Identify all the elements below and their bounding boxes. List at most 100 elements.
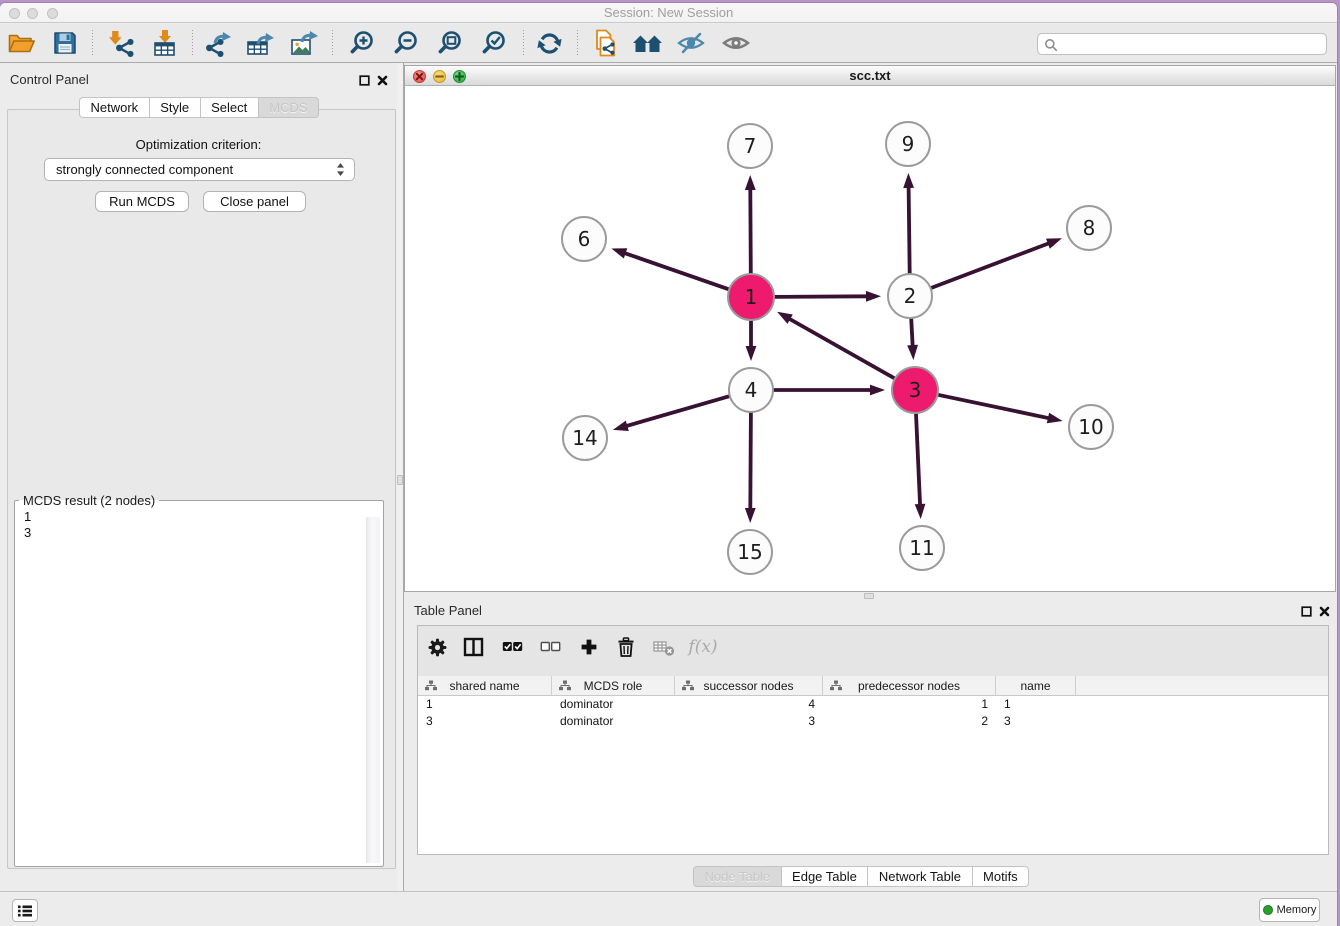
graph-edge-4-14[interactable] [613,396,730,431]
table-cell: 4 [675,696,823,713]
table-cell: 2 [823,713,996,730]
mcds-result-line: 3 [24,525,383,541]
graph-node-8[interactable]: 8 [1067,206,1111,250]
horizontal-splitter-grip[interactable] [864,593,874,599]
clone-network-icon[interactable] [589,27,621,59]
column-header-successor-nodes[interactable]: successor nodes [675,676,823,696]
select-all-checkboxes-icon[interactable] [499,634,525,660]
add-column-plus-icon[interactable] [576,634,602,660]
delete-table-icon [651,634,677,660]
toolbar-separator [192,30,193,56]
graph-node-3[interactable]: 3 [892,367,938,413]
tab-style[interactable]: Style [149,97,200,118]
vertical-splitter[interactable] [397,63,404,891]
application-window: Session: New Session [0,3,1337,926]
table-row[interactable]: 1dominator411 [418,696,1328,713]
table-settings-gear-icon[interactable] [424,634,450,660]
mcds-result-list[interactable]: 13 [15,508,383,866]
save-session-icon[interactable] [49,27,81,59]
graph-node-14[interactable]: 14 [563,416,607,460]
column-header-predecessor-nodes[interactable]: predecessor nodes [823,676,996,696]
optimization-criterion-value: strongly connected component [56,159,233,180]
vertical-splitter-grip[interactable] [397,475,403,485]
refresh-network-view-icon[interactable] [533,27,565,59]
graph-node-11[interactable]: 11 [900,526,944,570]
tab-select[interactable]: Select [200,97,258,118]
deselect-all-checkboxes-icon[interactable] [537,634,563,660]
svg-text:3: 3 [909,378,922,402]
column-header-shared-name[interactable]: shared name [418,676,552,696]
control-panel-title: Control Panel [10,72,89,87]
table-panel-title: Table Panel [414,603,482,618]
graph-edge-2-8[interactable] [931,238,1062,288]
mcds-result-scrollbar[interactable] [366,517,380,863]
column-header-MCDS-role[interactable]: MCDS role [552,676,675,696]
graph-edge-4-3[interactable] [774,385,886,396]
table-panel-close-icon[interactable] [1319,605,1330,620]
table-cell: 3 [996,713,1076,730]
memory-button[interactable]: Memory [1259,898,1320,922]
graph-edge-2-3[interactable] [907,319,918,361]
graph-node-6[interactable]: 6 [562,217,606,261]
svg-text:11: 11 [909,536,934,560]
export-table-icon[interactable] [245,27,277,59]
import-table-icon[interactable] [149,27,181,59]
run-mcds-button[interactable]: Run MCDS [95,191,189,212]
control-panel-float-icon[interactable] [359,74,370,89]
network-canvas[interactable]: 1 2 3 4 6 7 8 9 10 11 14 15 [404,86,1336,592]
export-image-icon[interactable] [289,27,321,59]
graph-node-10[interactable]: 10 [1069,405,1113,449]
zoom-out-icon[interactable] [390,27,422,59]
show-columns-icon[interactable] [461,634,487,660]
table-cell: 1 [418,696,552,713]
graph-edge-3-1[interactable] [777,312,895,379]
graph-node-1[interactable]: 1 [728,274,774,320]
graph-node-2[interactable]: 2 [888,274,932,318]
table-panel-float-icon[interactable] [1301,605,1312,620]
graph-edge-1-2[interactable] [775,291,882,302]
zoom-in-icon[interactable] [346,27,378,59]
search-input[interactable] [1062,35,1322,54]
graph-node-7[interactable]: 7 [728,124,772,168]
table-row[interactable]: 3dominator323 [418,713,1328,730]
home-icon[interactable] [632,27,664,59]
close-panel-button[interactable]: Close panel [203,191,306,212]
optimization-criterion-select[interactable]: strongly connected component [44,158,355,181]
graph-edge-1-4[interactable] [746,321,757,362]
optimization-criterion-label: Optimization criterion: [0,137,397,152]
tab-network[interactable]: Network [79,97,149,118]
hide-panel-eye-slash-icon[interactable] [675,27,707,59]
graph-node-9[interactable]: 9 [886,122,930,166]
table-tab-node-table[interactable]: Node Table [693,866,781,887]
table-tab-edge-table[interactable]: Edge Table [781,866,868,887]
graph-edge-4-15[interactable] [745,413,756,524]
import-network-icon[interactable] [105,27,137,59]
graph-edge-2-9[interactable] [903,173,914,274]
control-panel-close-icon[interactable] [377,74,388,89]
graph-edge-1-6[interactable] [611,248,728,289]
zoom-selected-icon[interactable] [478,27,510,59]
graph-edge-3-10[interactable] [938,395,1063,423]
svg-text:14: 14 [572,426,597,450]
delete-trash-icon[interactable] [613,634,639,660]
mcds-result-group: MCDS result (2 nodes) 13 [14,493,384,867]
tab-mcds[interactable]: MCDS [258,97,319,118]
task-history-button[interactable] [12,899,38,922]
table-tab-network-table[interactable]: Network Table [867,866,971,887]
svg-text:9: 9 [902,132,915,156]
combo-chevrons-icon [336,162,345,180]
show-panel-eye-icon[interactable] [720,27,752,59]
graph-edge-1-7[interactable] [745,175,756,274]
horizontal-splitter[interactable] [404,592,1337,600]
table-tabs: Node TableEdge TableNetwork TableMotifs [693,866,1029,887]
graph-node-15[interactable]: 15 [728,530,772,574]
svg-text:1: 1 [745,285,758,309]
export-network-icon[interactable] [203,27,235,59]
open-session-icon[interactable] [5,27,37,59]
graph-node-4[interactable]: 4 [729,368,773,412]
memory-status-icon [1263,905,1273,915]
zoom-fit-icon[interactable] [434,27,466,59]
table-tab-motifs[interactable]: Motifs [972,866,1030,887]
graph-edge-3-11[interactable] [915,414,926,520]
column-header-name[interactable]: name [996,676,1076,696]
